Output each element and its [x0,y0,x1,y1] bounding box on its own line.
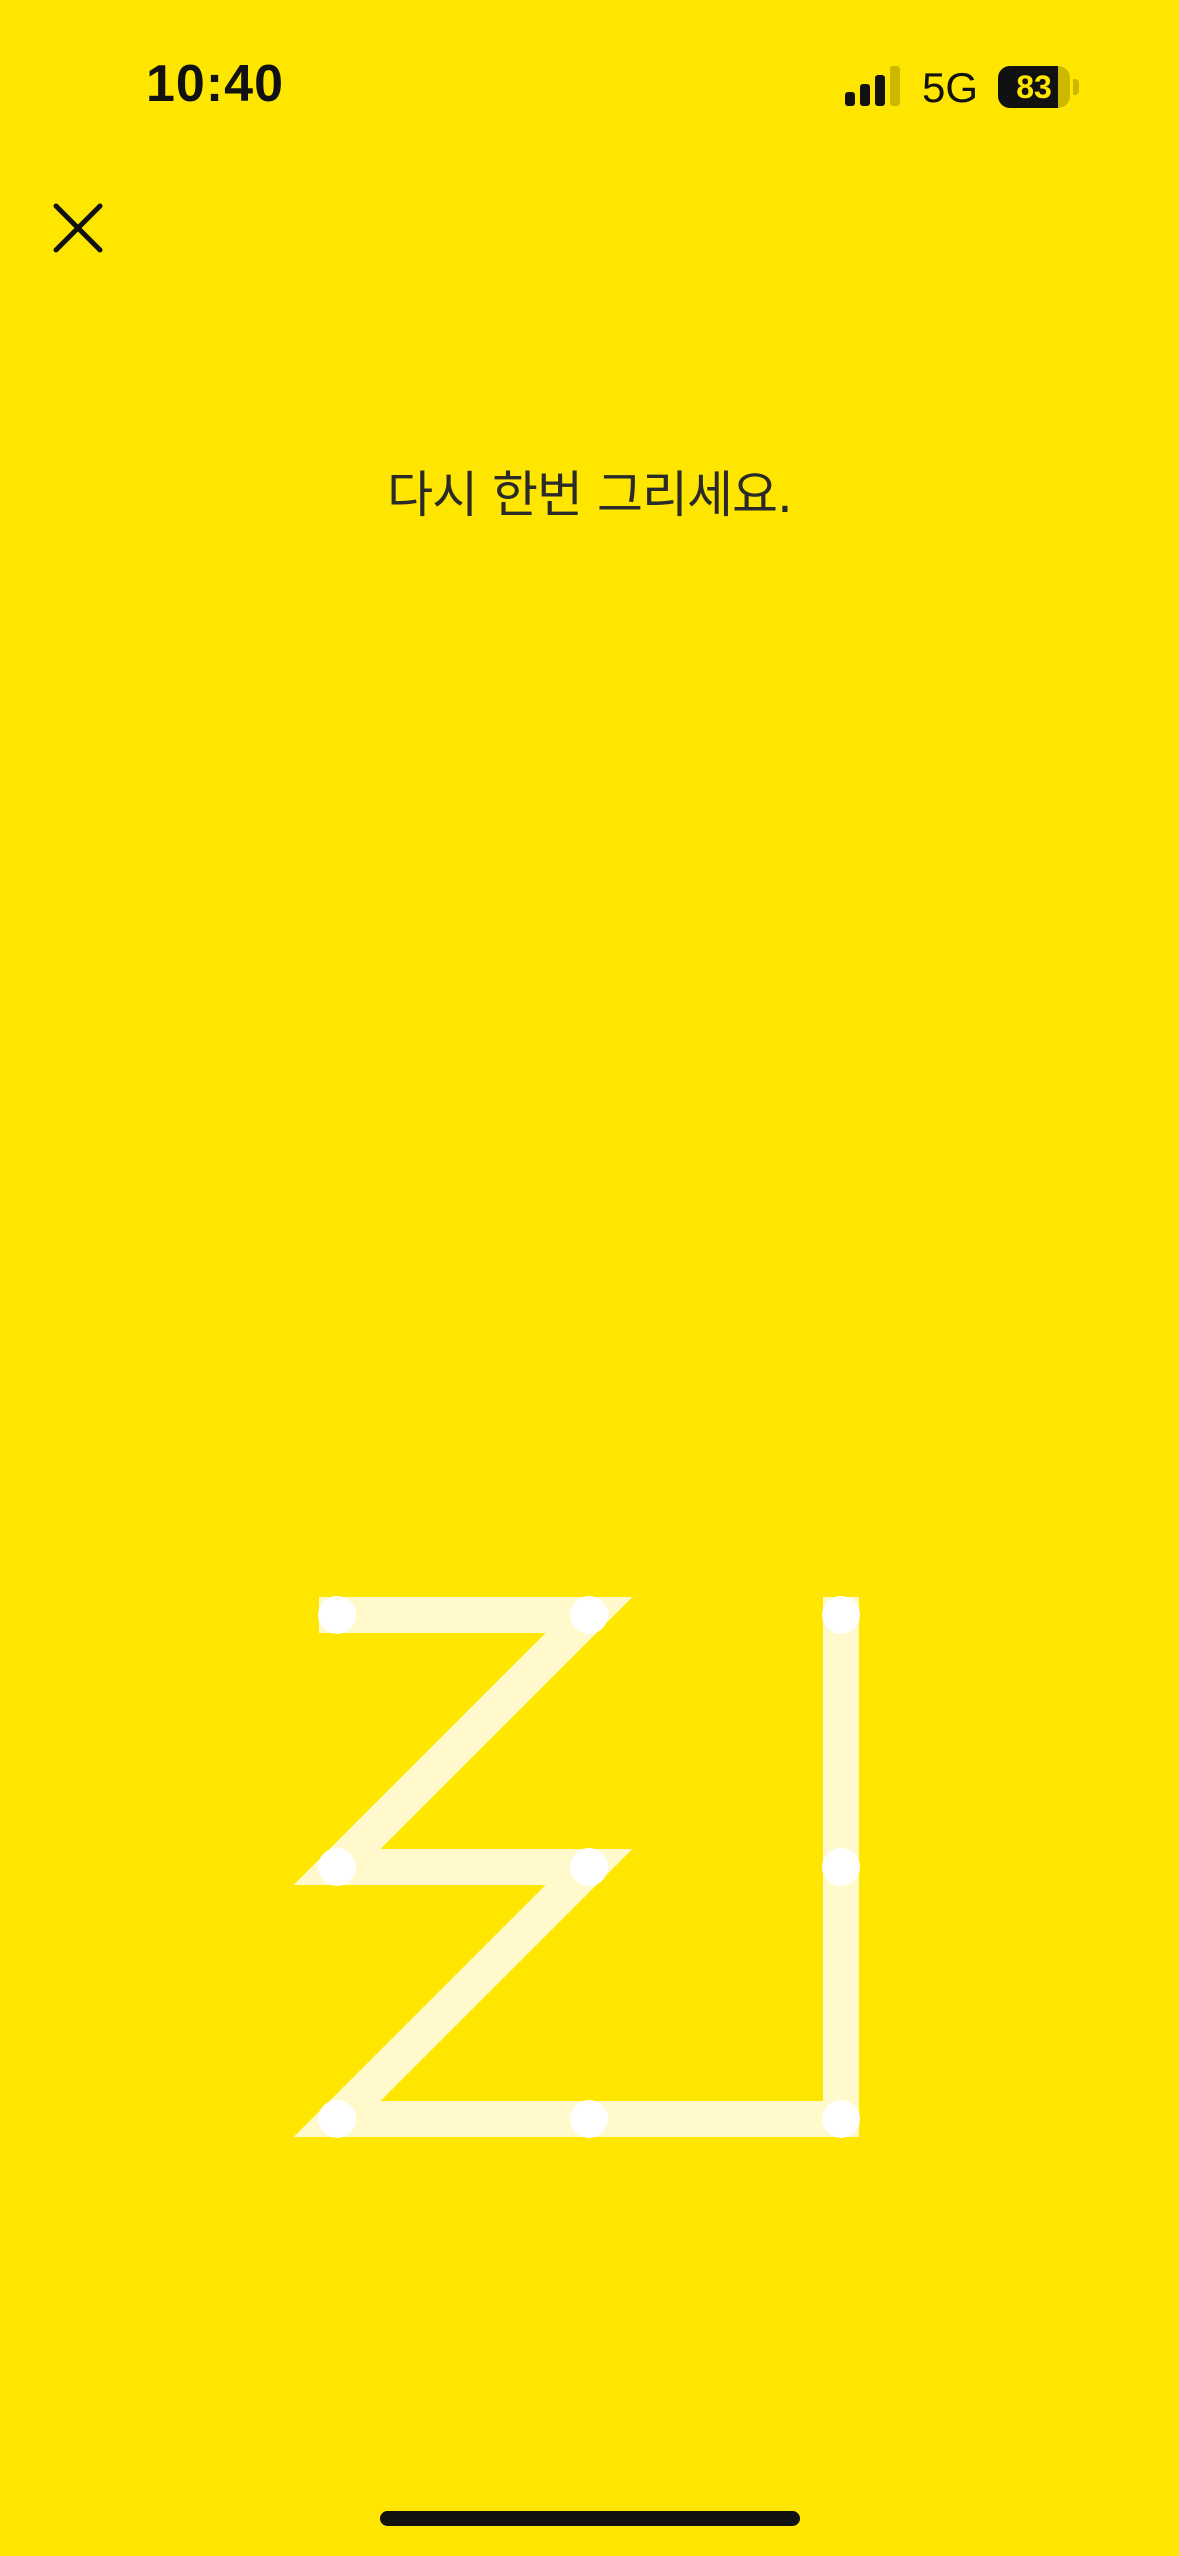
close-icon [53,203,103,253]
pattern-dot-3[interactable] [822,1596,860,1634]
pattern-dot-2[interactable] [570,1596,608,1634]
home-indicator[interactable] [380,2511,800,2526]
battery-level: 83 [1016,69,1052,105]
pattern-canvas[interactable] [287,1565,907,2185]
battery-icon: 83 [998,66,1080,108]
pattern-dot-7[interactable] [318,2100,356,2138]
status-bar: 10:40 5G 83 [0,0,1179,170]
close-button[interactable] [38,188,118,268]
pattern-dot-4[interactable] [318,1848,356,1886]
pattern-dot-5[interactable] [570,1848,608,1886]
instruction-text: 다시 한번 그리세요. [387,466,793,524]
pattern-lock-grid[interactable] [287,1565,907,2185]
pattern-lock-screen: 10:40 5G 83 다시 한번 그리세요. [0,0,1179,2556]
pattern-dot-9[interactable] [822,2100,860,2138]
cellular-signal-icon [845,66,900,106]
pattern-dot-6[interactable] [822,1848,860,1886]
pattern-dot-8[interactable] [570,2100,608,2138]
status-time: 10:40 [146,55,284,113]
network-type-label: 5G [922,64,979,111]
pattern-dot-1[interactable] [318,1596,356,1634]
